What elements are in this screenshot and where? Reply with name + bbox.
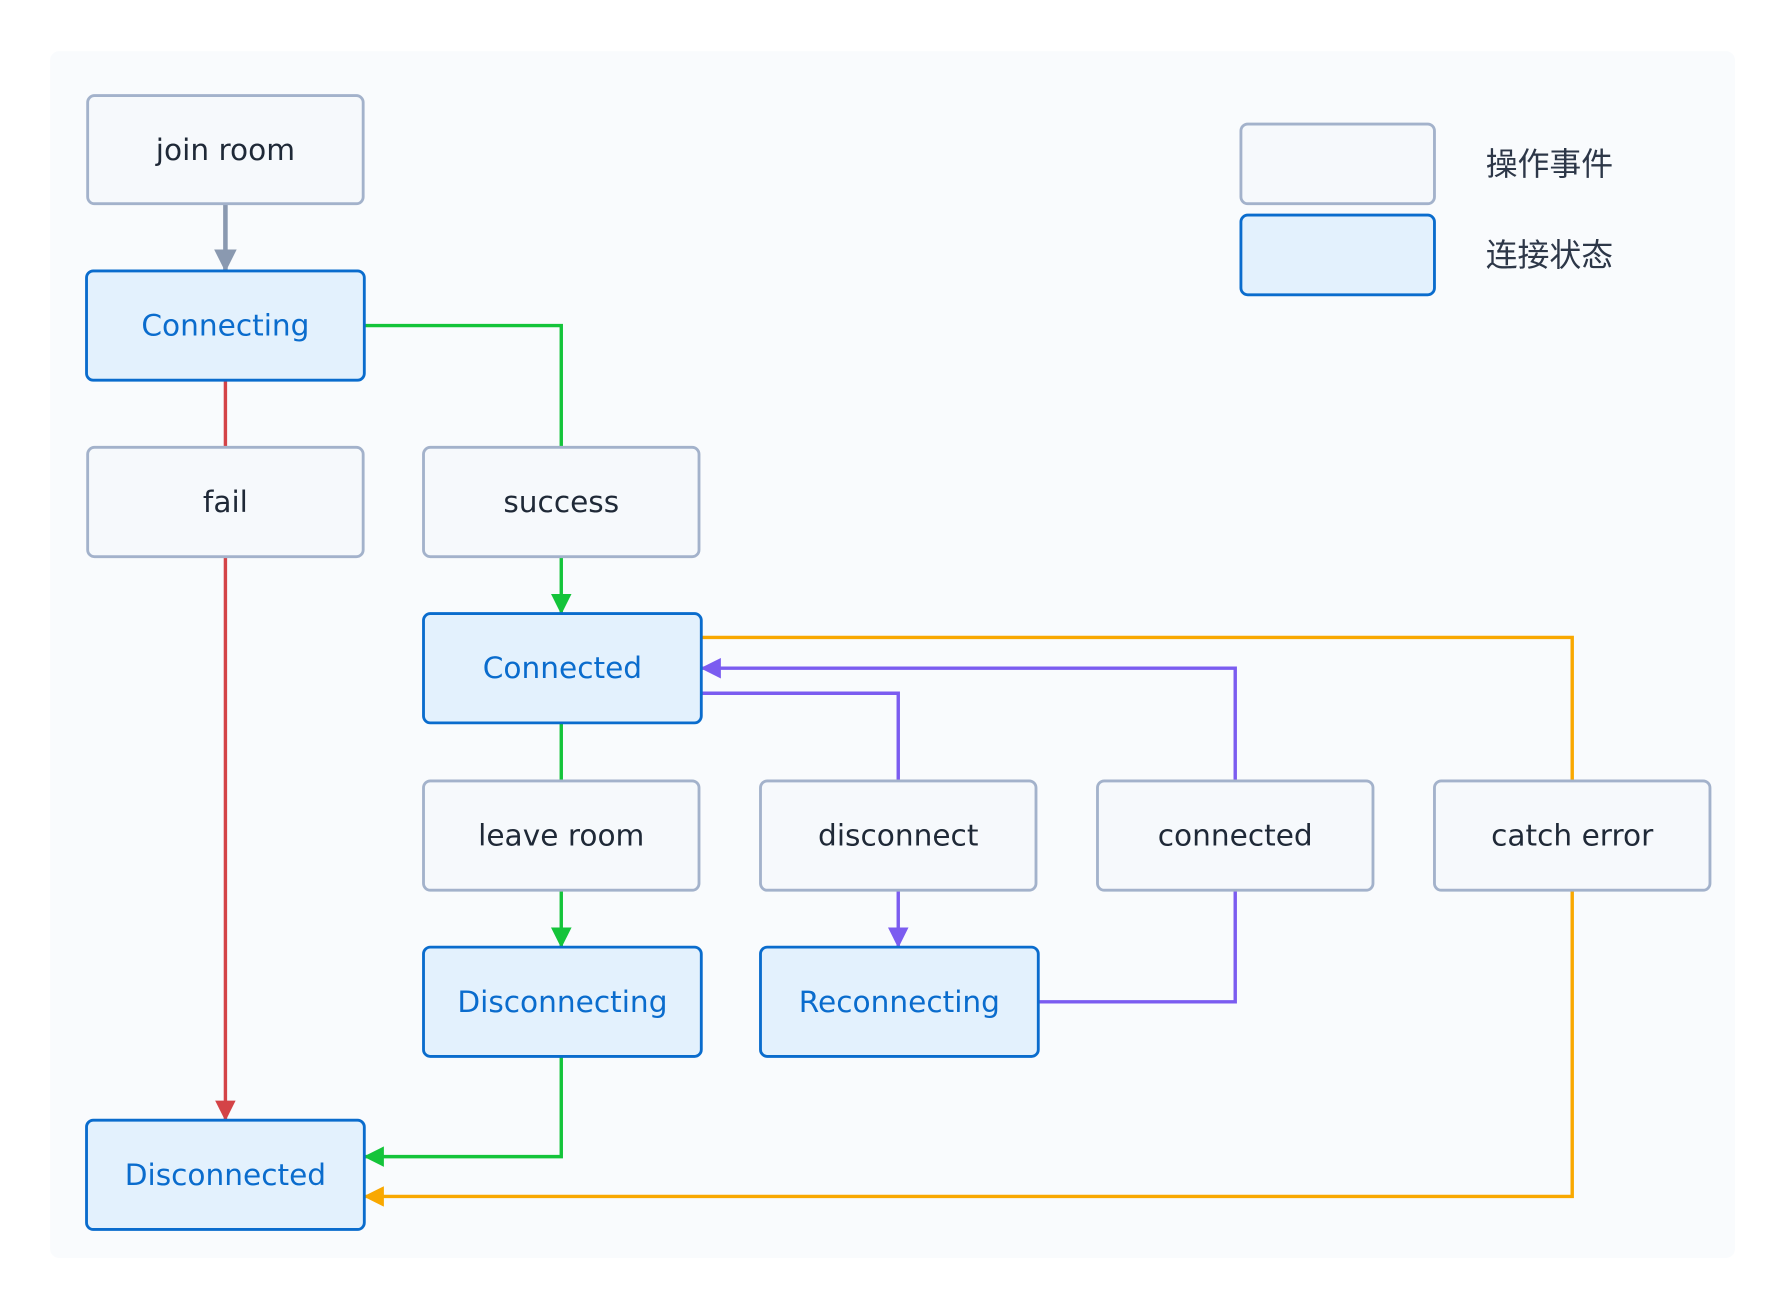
node-label: disconnect xyxy=(818,819,978,853)
state-diagram: join room fail success leave room discon… xyxy=(50,51,1736,1258)
node-fail[interactable]: fail xyxy=(86,445,365,559)
state-reconnecting[interactable]: Reconnecting xyxy=(759,945,1040,1058)
state-label: Disconnected xyxy=(125,1158,326,1192)
legend-event-swatch xyxy=(1239,122,1436,206)
node-disconnect[interactable]: disconnect xyxy=(759,779,1038,892)
legend-state-label: 连接状态 xyxy=(1486,236,1613,274)
node-connected-event[interactable]: connected xyxy=(1096,779,1375,892)
node-label: success xyxy=(503,485,619,519)
state-connecting[interactable]: Connecting xyxy=(85,269,366,382)
node-label: catch error xyxy=(1491,819,1654,853)
state-disconnected[interactable]: Disconnected xyxy=(85,1118,366,1231)
node-label: connected xyxy=(1158,819,1313,853)
legend-state-swatch xyxy=(1239,213,1436,297)
state-label: Disconnecting xyxy=(457,985,667,1019)
legend-event-label: 操作事件 xyxy=(1486,145,1613,183)
state-disconnecting[interactable]: Disconnecting xyxy=(422,945,703,1058)
node-leave-room[interactable]: leave room xyxy=(422,779,701,892)
node-success[interactable]: success xyxy=(422,445,701,559)
node-label: leave room xyxy=(478,819,644,853)
node-catch-error[interactable]: catch error xyxy=(1433,779,1712,892)
diagram-panel xyxy=(50,51,1736,1258)
state-label: Reconnecting xyxy=(799,985,1000,1019)
state-connected[interactable]: Connected xyxy=(422,612,703,725)
node-label: join room xyxy=(155,133,295,167)
state-label: Connected xyxy=(483,651,642,685)
node-label: fail xyxy=(203,485,248,519)
state-label: Connecting xyxy=(141,309,309,343)
node-join-room[interactable]: join room xyxy=(86,94,365,206)
